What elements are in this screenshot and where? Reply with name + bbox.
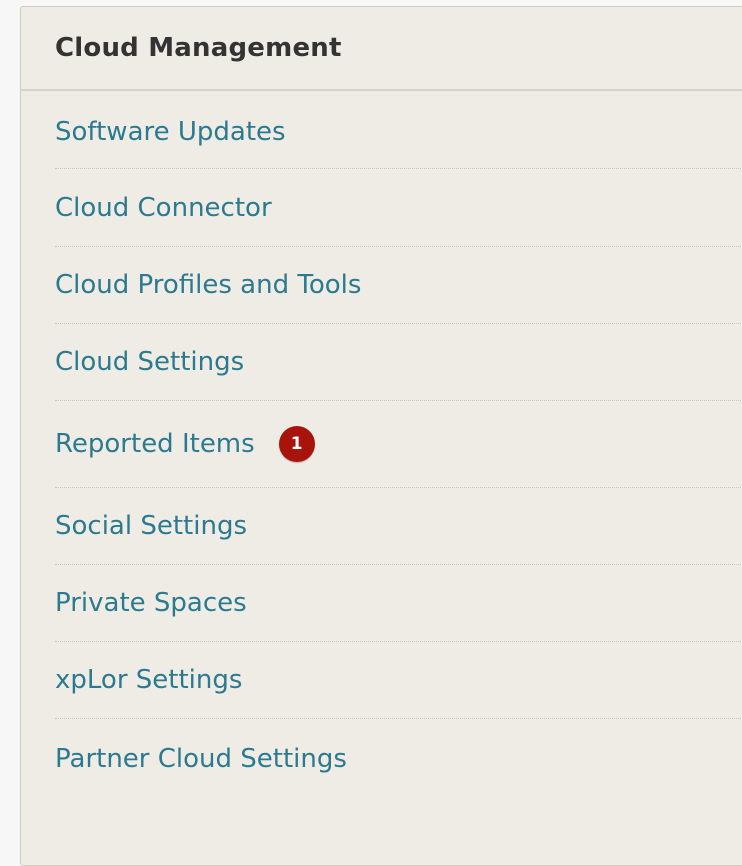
reported-items-link[interactable]: Reported Items <box>55 429 255 459</box>
panel-header: Cloud Management <box>21 7 742 91</box>
menu-item-cloud-settings: Cloud Settings <box>55 324 742 401</box>
menu-item-cloud-profiles-and-tools: Cloud Profiles and Tools <box>55 247 742 324</box>
cloud-settings-link[interactable]: Cloud Settings <box>55 347 244 377</box>
social-settings-link[interactable]: Social Settings <box>55 511 247 541</box>
private-spaces-link[interactable]: Private Spaces <box>55 588 247 618</box>
menu-item-social-settings: Social Settings <box>55 488 742 565</box>
menu-item-software-updates: Software Updates <box>55 91 742 169</box>
menu-item-reported-items: Reported Items 1 <box>55 401 742 488</box>
cloud-profiles-and-tools-link[interactable]: Cloud Profiles and Tools <box>55 270 361 300</box>
cloud-connector-link[interactable]: Cloud Connector <box>55 193 272 223</box>
menu-item-private-spaces: Private Spaces <box>55 565 742 642</box>
menu-item-xplor-settings: xpLor Settings <box>55 642 742 719</box>
xplor-settings-link[interactable]: xpLor Settings <box>55 665 242 695</box>
cloud-management-menu: Software Updates Cloud Connector Cloud P… <box>21 91 742 799</box>
cloud-management-panel: Cloud Management Software Updates Cloud … <box>20 6 742 866</box>
partner-cloud-settings-link[interactable]: Partner Cloud Settings <box>55 744 347 774</box>
software-updates-link[interactable]: Software Updates <box>55 117 286 147</box>
reported-items-count-badge: 1 <box>278 426 315 462</box>
panel-title: Cloud Management <box>55 33 342 63</box>
menu-item-cloud-connector: Cloud Connector <box>55 169 742 247</box>
menu-item-partner-cloud-settings: Partner Cloud Settings <box>55 719 742 799</box>
